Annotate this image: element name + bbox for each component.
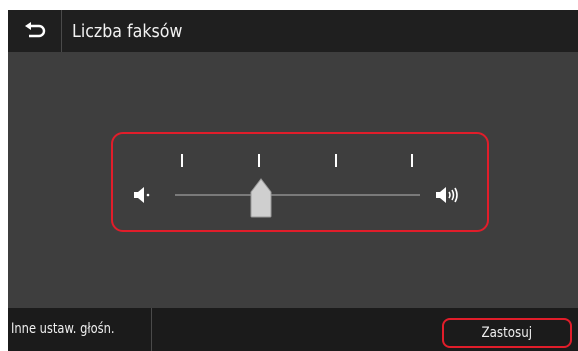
other-volume-settings-button[interactable]: Inne ustaw. głośn.: [8, 308, 152, 351]
back-button[interactable]: [8, 10, 62, 52]
fax-count-screen: Liczba faksów Inne ustaw. głośn. Zastosu…: [8, 10, 578, 351]
speaker-low-icon: [134, 187, 150, 203]
scale-tick: [258, 154, 260, 167]
speaker-high-icon: [436, 187, 458, 203]
slider-thumb[interactable]: [250, 178, 272, 218]
scale-tick: [181, 154, 183, 167]
scale-tick: [411, 154, 413, 167]
footer-bar: Inne ustaw. głośn. Zastosuj: [8, 308, 578, 351]
volume-slider-panel: [111, 132, 489, 232]
scale-tick: [335, 154, 337, 167]
other-volume-settings-label: Inne ustaw. głośn.: [11, 321, 115, 337]
apply-label: Zastosuj: [481, 325, 533, 341]
header-bar: Liczba faksów: [8, 10, 578, 52]
page-title: Liczba faksów: [72, 21, 183, 42]
slider-track[interactable]: [175, 194, 420, 196]
return-arrow-icon: [25, 22, 46, 38]
apply-button[interactable]: Zastosuj: [442, 318, 572, 348]
